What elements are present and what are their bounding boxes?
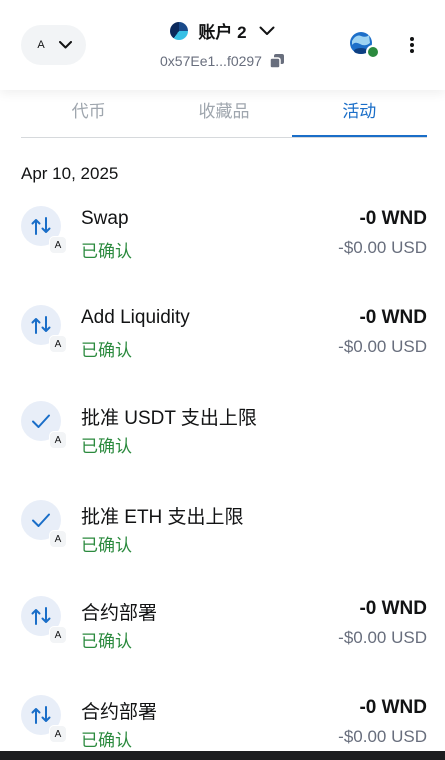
account-address: 0x57Ee1...f0297: [160, 52, 262, 69]
header: A 账户 2 0x57Ee1...f0297: [0, 0, 445, 90]
network-badge: A: [49, 530, 67, 548]
account-name: 账户 2: [198, 23, 247, 42]
activity-amount: -0 WND: [359, 307, 427, 328]
activity-item[interactable]: A 批准 USDT 支出上限 已确认: [21, 401, 427, 465]
activity-status: 已确认: [81, 731, 132, 750]
activity-item[interactable]: A 合约部署 已确认 -0 WND -$0.00 USD: [21, 596, 427, 660]
activity-status: 已确认: [81, 632, 132, 651]
activity-fiat-amount: -$0.00 USD: [338, 337, 427, 356]
activity-title: 批准 ETH 支出上限: [81, 507, 244, 528]
activity-item[interactable]: A Swap 已确认 -0 WND -$0.00 USD: [21, 206, 427, 270]
activity-status: 已确认: [81, 437, 132, 456]
activity-amount: -0 WND: [359, 208, 427, 229]
activity-fiat-amount: -$0.00 USD: [338, 727, 427, 746]
activity-fiat-amount: -$0.00 USD: [338, 628, 427, 647]
activity-status: 已确认: [81, 242, 132, 261]
network-badge: A: [49, 626, 67, 644]
tab-collectibles[interactable]: 收藏品: [156, 90, 291, 137]
activity-date: Apr 10, 2025: [21, 164, 119, 183]
copy-icon: [269, 53, 285, 69]
activity-amount: -0 WND: [359, 697, 427, 718]
activity-item[interactable]: A 批准 ETH 支出上限 已确认: [21, 500, 427, 564]
activity-status: 已确认: [81, 341, 132, 360]
activity-title: 合约部署: [81, 603, 158, 624]
network-badge: A: [49, 335, 67, 353]
activity-title: 合约部署: [81, 702, 158, 723]
activity-title: Add Liquidity: [81, 307, 190, 328]
activity-fiat-amount: -$0.00 USD: [338, 238, 427, 257]
activity-title: Swap: [81, 208, 129, 229]
activity-amount: -0 WND: [359, 598, 427, 619]
tab-bar: 代币 收藏品 活动: [21, 90, 427, 138]
bottom-bar: [0, 751, 445, 760]
network-badge: A: [49, 236, 67, 254]
tab-tokens[interactable]: 代币: [21, 90, 156, 137]
activity-title: 批准 USDT 支出上限: [81, 408, 257, 429]
tab-activity[interactable]: 活动: [291, 90, 427, 137]
connected-site-icon[interactable]: [346, 29, 380, 59]
activity-status: 已确认: [81, 536, 132, 555]
activity-item[interactable]: A Add Liquidity 已确认 -0 WND -$0.00 USD: [21, 305, 427, 369]
more-vertical-icon[interactable]: [404, 32, 420, 58]
chevron-down-icon: [259, 26, 275, 36]
account-avatar: [170, 21, 189, 40]
account-menu-button[interactable]: 账户 2: [170, 18, 275, 43]
address-copy-button[interactable]: 0x57Ee1...f0297: [160, 53, 285, 69]
network-badge: A: [49, 725, 67, 743]
activity-item[interactable]: A 合约部署 已确认 -0 WND -$0.00 USD: [21, 695, 427, 759]
network-badge: A: [49, 431, 67, 449]
